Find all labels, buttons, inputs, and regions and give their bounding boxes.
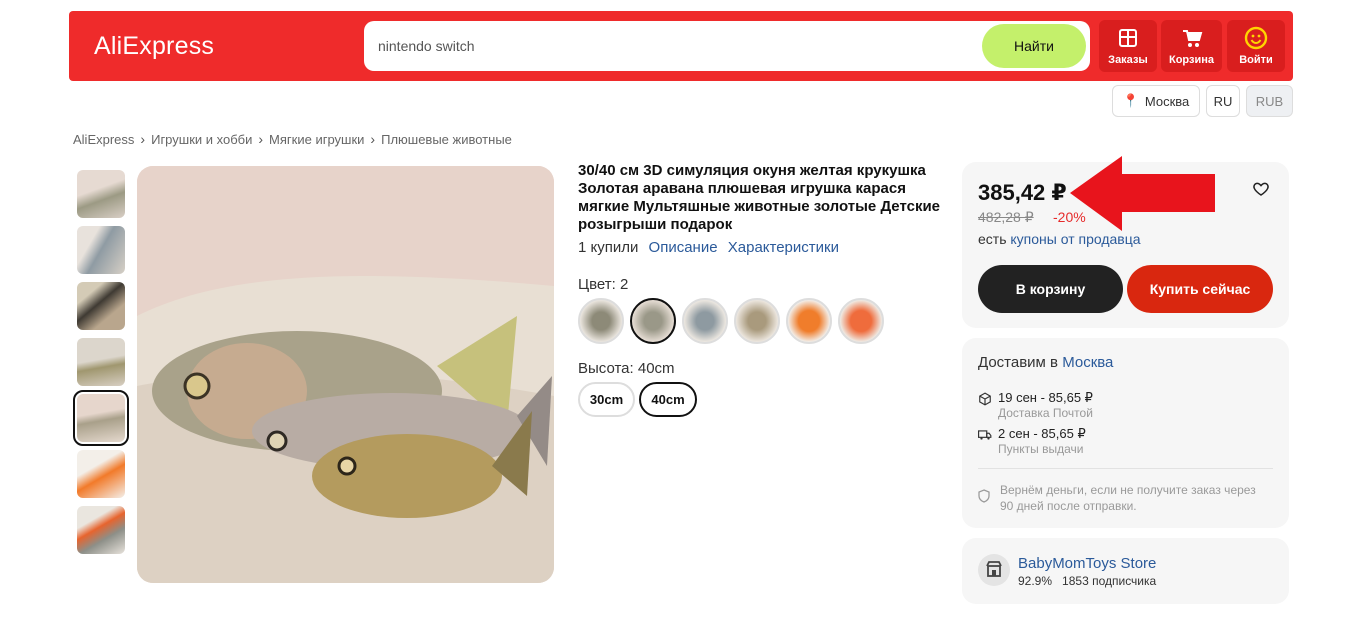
color-swatch[interactable] <box>578 298 624 344</box>
login-label: Войти <box>1239 54 1273 66</box>
smiley-icon <box>1227 26 1285 50</box>
product-page: AliExpress Найти Заказы Корзина Войти 📍 … <box>0 0 1369 625</box>
chevron-right-icon: › <box>370 131 376 147</box>
money-back-guarantee: Вернём деньги, если не получите заказ че… <box>1000 483 1256 513</box>
size-option[interactable]: 30cm <box>578 382 635 417</box>
add-to-cart-button[interactable]: В корзину <box>978 265 1123 313</box>
breadcrumb: AliExpress › Игрушки и хобби › Мягкие иг… <box>73 131 512 147</box>
box-icon <box>978 392 992 406</box>
cart-label: Корзина <box>1169 54 1214 66</box>
color-swatch[interactable] <box>838 298 884 344</box>
chevron-right-icon: › <box>258 131 264 147</box>
delivery-option-method: Доставка Почтой <box>998 406 1093 420</box>
specifications-link[interactable]: Характеристики <box>728 239 839 256</box>
divider <box>978 468 1273 469</box>
currency-selector[interactable]: RUB <box>1246 85 1293 117</box>
orders-button[interactable]: Заказы <box>1099 20 1157 72</box>
store-rating: 92.9% <box>1018 574 1053 588</box>
orders-label: Заказы <box>1108 54 1148 66</box>
coupons-line: есть купоны от продавца <box>978 231 1141 247</box>
gallery-thumbnail[interactable] <box>77 506 125 554</box>
city-selector[interactable]: 📍 Москва <box>1112 85 1200 117</box>
coupons-prefix: есть <box>978 231 1007 247</box>
cart-button[interactable]: Корзина <box>1161 20 1222 72</box>
location-pin-icon: 📍 <box>1122 93 1139 108</box>
gallery-thumbnail-selected[interactable] <box>73 390 129 446</box>
product-meta: 1 купили Описание Характеристики <box>578 239 839 256</box>
color-swatch[interactable] <box>786 298 832 344</box>
orders-box-icon <box>1099 26 1157 50</box>
color-label: Цвет: 2 <box>578 276 629 293</box>
description-link[interactable]: Описание <box>649 239 718 256</box>
gallery-thumbnail[interactable] <box>77 282 125 330</box>
search-box: Найти <box>364 21 1090 71</box>
size-option-selected[interactable]: 40cm <box>639 382 697 417</box>
gallery-thumbnail[interactable] <box>77 450 125 498</box>
color-swatch[interactable] <box>682 298 728 344</box>
delivery-option-method: Пункты выдачи <box>998 442 1084 456</box>
delivery-option-date: 2 сен - 85,65 ₽ <box>998 426 1086 441</box>
breadcrumb-item[interactable]: AliExpress <box>73 132 134 147</box>
store-icon <box>978 554 1010 586</box>
delivery-city-link[interactable]: Москва <box>1062 354 1113 371</box>
store-subscribers: 1853 подписчика <box>1062 574 1157 588</box>
truck-icon <box>978 428 992 442</box>
aliexpress-logo[interactable]: AliExpress <box>94 32 214 61</box>
delivery-title: Доставим в Москва <box>978 354 1113 371</box>
login-button[interactable]: Войти <box>1227 20 1285 72</box>
annotation-arrow-icon <box>1070 156 1215 231</box>
delivery-prefix: Доставим в <box>978 354 1059 371</box>
breadcrumb-item[interactable]: Плюшевые животные <box>381 132 512 147</box>
shield-icon <box>978 489 990 503</box>
store-name-link[interactable]: BabyMomToys Store <box>1018 555 1156 572</box>
store-stats: 92.9% 1853 подписчика <box>1018 574 1156 588</box>
breadcrumb-item[interactable]: Игрушки и хобби <box>151 132 252 147</box>
coupons-link[interactable]: купоны от продавца <box>1010 231 1140 247</box>
color-swatch-selected[interactable] <box>630 298 676 344</box>
breadcrumb-item[interactable]: Мягкие игрушки <box>269 132 364 147</box>
current-price: 385,42 ₽ <box>978 180 1067 205</box>
delivery-option-date: 19 сен - 85,65 ₽ <box>998 390 1093 405</box>
gallery-thumbnail[interactable] <box>77 170 125 218</box>
gallery-thumbnail[interactable] <box>77 338 125 386</box>
product-main-image[interactable] <box>137 166 554 583</box>
buy-now-button[interactable]: Купить сейчас <box>1127 265 1273 313</box>
city-label: Москва <box>1144 93 1190 109</box>
heart-icon[interactable] <box>1252 180 1270 198</box>
cart-icon <box>1161 26 1222 50</box>
search-input[interactable] <box>378 35 968 57</box>
sold-count: 1 купили <box>578 239 639 256</box>
gallery-thumbnail[interactable] <box>77 226 125 274</box>
search-button[interactable]: Найти <box>982 24 1086 68</box>
height-label: Высота: 40cm <box>578 360 675 377</box>
old-price: 482,28 ₽ <box>978 209 1034 225</box>
header-bar: AliExpress Найти Заказы Корзина Войти <box>69 11 1293 81</box>
product-title: 30/40 см 3D симуляция окуня желтая круку… <box>578 162 941 233</box>
color-swatch[interactable] <box>734 298 780 344</box>
language-selector[interactable]: RU <box>1206 85 1240 117</box>
chevron-right-icon: › <box>140 131 146 147</box>
